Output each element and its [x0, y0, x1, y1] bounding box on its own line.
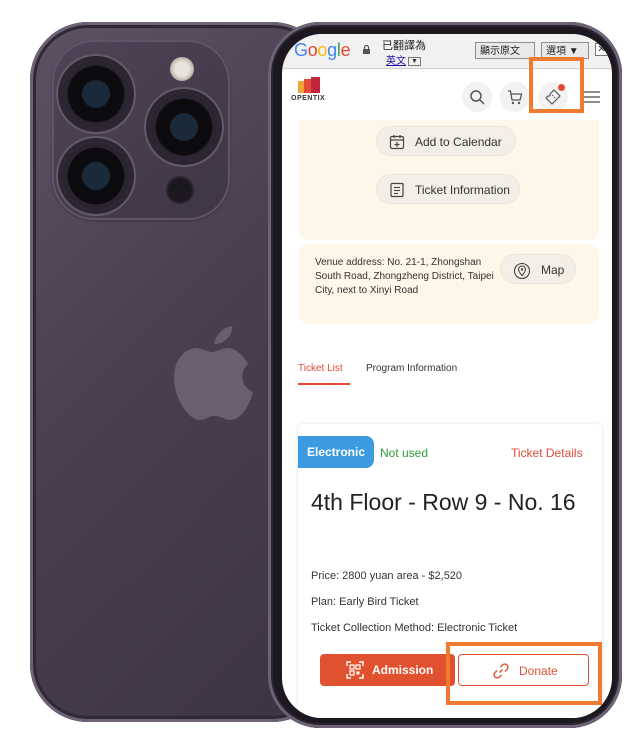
search-icon	[470, 90, 485, 105]
tab-program-information[interactable]: Program Information	[366, 363, 457, 374]
flash-icon	[170, 57, 194, 81]
tab-active-indicator	[298, 383, 350, 385]
show-original-button[interactable]: 顯示原文	[475, 42, 535, 59]
camera-lens-icon	[150, 93, 218, 161]
tab-ticket-list[interactable]: Ticket List	[298, 363, 343, 374]
map-button[interactable]: Map	[500, 254, 576, 284]
admission-button[interactable]: Admission	[320, 654, 455, 686]
cart-icon	[508, 90, 523, 105]
ticket-collection-method: Ticket Collection Method: Electronic Tic…	[311, 622, 518, 634]
highlight-donate-button	[446, 642, 602, 705]
chevron-down-icon: ▼	[408, 56, 421, 66]
phone-screen: Google 已翻譯為 英文 ▼ 顯示原文 選項 ▼ ✕ OPENTIX Add…	[282, 34, 612, 718]
document-icon	[390, 182, 404, 198]
ticket-type-badge: Electronic	[298, 436, 374, 468]
ticket-information-button[interactable]: Ticket Information	[376, 174, 520, 204]
ticket-details-link[interactable]: Ticket Details	[511, 446, 583, 460]
close-icon[interactable]: ✕	[595, 43, 608, 56]
ticket-plan: Plan: Early Bird Ticket	[311, 596, 419, 608]
google-logo: Google	[294, 40, 351, 60]
location-pin-icon	[513, 262, 531, 280]
ticket-status: Not used	[380, 446, 429, 460]
calendar-icon	[389, 135, 405, 150]
highlight-ticket-icon	[529, 57, 584, 113]
lidar-sensor-icon	[168, 178, 192, 202]
apple-logo-icon	[174, 326, 253, 420]
search-button[interactable]	[462, 82, 492, 112]
lock-icon	[363, 45, 370, 54]
venue-address: Venue address: No. 21-1, Zhongshan South…	[315, 257, 494, 296]
seat-title: 4th Floor - Row 9 - No. 16	[311, 489, 576, 515]
language-selector[interactable]: 英文 ▼	[386, 52, 421, 67]
brand-name: OPENTIX	[291, 95, 326, 102]
cart-button[interactable]	[500, 82, 530, 112]
menu-icon[interactable]	[583, 90, 601, 104]
opentix-logo-icon	[298, 77, 320, 93]
camera-lens-icon	[62, 142, 130, 210]
qr-code-icon	[346, 661, 364, 679]
translated-label: 已翻譯為	[382, 40, 426, 52]
add-to-calendar-button[interactable]: Add to Calendar	[376, 126, 516, 156]
ticket-price: Price: 2800 yuan area - $2,520	[311, 570, 463, 582]
camera-lens-icon	[62, 60, 130, 128]
